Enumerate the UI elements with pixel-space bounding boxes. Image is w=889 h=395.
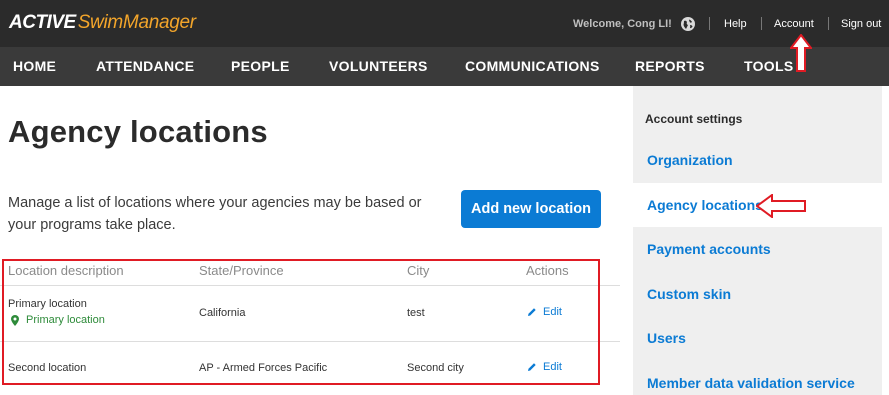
page-title: Agency locations [8, 114, 268, 149]
nav-people[interactable]: PEOPLE [231, 47, 290, 86]
sidebar-item-organization[interactable]: Organization [633, 152, 882, 168]
nav-communications[interactable]: COMMUNICATIONS [465, 47, 600, 86]
top-divider [828, 17, 829, 30]
sidebar-item-custom-skin[interactable]: Custom skin [633, 286, 882, 302]
sidebar-item-member-data-validation[interactable]: Member data validation service [633, 375, 882, 391]
annotation-highlight-box [2, 259, 600, 385]
main-nav: HOME ATTENDANCE PEOPLE VOLUNTEERS COMMUN… [0, 47, 889, 86]
nav-attendance[interactable]: ATTENDANCE [96, 47, 194, 86]
top-divider [761, 17, 762, 30]
nav-volunteers[interactable]: VOLUNTEERS [329, 47, 428, 86]
nav-tools[interactable]: TOOLS [744, 47, 793, 86]
page-description: Manage a list of locations where your ag… [8, 195, 422, 233]
app-logo[interactable]: ACTIVE SwimManager [9, 12, 196, 36]
sign-out-link[interactable]: Sign out [841, 18, 881, 30]
welcome-message: Welcome, Cong LI! [573, 18, 672, 30]
globe-icon[interactable] [681, 17, 695, 31]
add-new-location-button[interactable]: Add new location [461, 190, 601, 228]
sidebar-item-users[interactable]: Users [633, 330, 882, 346]
annotation-arrow-up-icon [790, 34, 812, 72]
top-divider [709, 17, 710, 30]
top-bar: ACTIVE SwimManager Welcome, Cong LI! Hel… [0, 0, 889, 47]
nav-home[interactable]: HOME [13, 47, 56, 86]
sidebar-heading: Account settings [645, 112, 743, 126]
help-link[interactable]: Help [724, 18, 747, 30]
account-settings-sidebar: Account settings Organization Agency loc… [633, 86, 882, 395]
annotation-arrow-left-icon [756, 194, 806, 218]
logo-swimmanager-text: SwimManager [77, 12, 196, 33]
account-link[interactable]: Account [774, 18, 814, 30]
nav-reports[interactable]: REPORTS [635, 47, 705, 86]
sidebar-item-payment-accounts[interactable]: Payment accounts [633, 241, 882, 257]
logo-active-text: ACTIVE [9, 12, 76, 33]
